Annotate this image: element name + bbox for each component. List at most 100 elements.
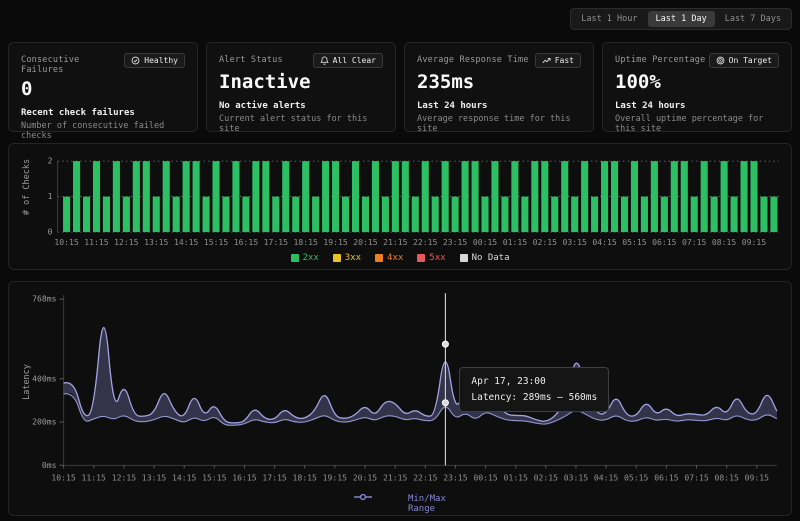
legend-label: Min/Max Range [408, 494, 446, 514]
card-value: 100% [615, 71, 779, 93]
svg-text:19:15: 19:15 [323, 237, 347, 247]
svg-text:20:15: 20:15 [353, 473, 377, 483]
card-subtitle: Recent check failures [21, 108, 185, 118]
svg-text:200ms: 200ms [32, 417, 56, 427]
svg-text:07:15: 07:15 [682, 237, 706, 247]
stat-cards: Consecutive Failures Healthy 0 Recent ch… [8, 42, 792, 132]
status-badge-healthy: Healthy [124, 53, 185, 68]
svg-text:07:15: 07:15 [684, 473, 708, 483]
svg-text:06:15: 06:15 [654, 473, 678, 483]
time-range-last-1-hour[interactable]: Last 1 Hour [573, 11, 645, 27]
time-range-last-1-day[interactable]: Last 1 Day [648, 11, 715, 27]
legend-item-minmax-range: Min/Max Range [354, 493, 446, 515]
svg-text:14:15: 14:15 [172, 473, 196, 483]
card-subtitle: Last 24 hours [615, 101, 779, 111]
svg-text:19:15: 19:15 [323, 473, 347, 483]
svg-text:13:15: 13:15 [144, 237, 168, 247]
trending-up-icon [542, 56, 551, 65]
legend-item-no-data: No Data [460, 253, 510, 263]
svg-text:06:15: 06:15 [652, 237, 676, 247]
badge-label: All Clear [333, 56, 376, 65]
minmax-line-icon [354, 493, 404, 515]
badge-label: Fast [555, 56, 574, 65]
legend-label: 4xx [387, 253, 403, 263]
svg-text:17:15: 17:15 [262, 473, 286, 483]
card-description: Number of consecutive failed checks [21, 121, 185, 141]
svg-text:23:15: 23:15 [443, 237, 467, 247]
svg-text:04:15: 04:15 [594, 473, 618, 483]
card-title: Average Response Time [417, 53, 529, 65]
time-range-row: Last 1 Hour Last 1 Day Last 7 Days [8, 8, 792, 30]
time-range-group: Last 1 Hour Last 1 Day Last 7 Days [570, 8, 792, 30]
latency-area-chart[interactable]: 0ms200ms400ms768ms10:1511:1512:1513:1514… [17, 287, 783, 496]
legend-item-4xx: 4xx [375, 253, 403, 263]
legend-label: No Data [472, 253, 510, 263]
legend-label: 3xx [345, 253, 361, 263]
svg-text:00:15: 00:15 [473, 473, 497, 483]
status-badge-all-clear: All Clear [313, 53, 383, 68]
latency-chart-body: 0ms200ms400ms768ms10:1511:1512:1513:1514… [17, 287, 783, 496]
card-value: 0 [21, 78, 185, 100]
svg-text:11:15: 11:15 [82, 473, 106, 483]
svg-text:16:15: 16:15 [232, 473, 256, 483]
svg-text:12:15: 12:15 [112, 473, 136, 483]
legend-swatch-no-data [460, 254, 468, 262]
svg-text:18:15: 18:15 [294, 237, 318, 247]
svg-text:03:15: 03:15 [562, 237, 586, 247]
status-badge-on-target: On Target [709, 53, 779, 68]
svg-text:10:15: 10:15 [54, 237, 78, 247]
latency-legend: Min/Max Range [17, 497, 783, 511]
svg-text:20:15: 20:15 [353, 237, 377, 247]
card-title: Alert Status [219, 53, 283, 65]
card-uptime-percentage: Uptime Percentage On Target 100% Last 24… [602, 42, 792, 132]
svg-text:0: 0 [48, 227, 53, 237]
svg-text:17:15: 17:15 [264, 237, 288, 247]
svg-text:15:15: 15:15 [202, 473, 226, 483]
card-subtitle: No active alerts [219, 101, 383, 111]
legend-label: 5xx [429, 253, 445, 263]
svg-text:21:15: 21:15 [383, 473, 407, 483]
legend-label: 2xx [303, 253, 319, 263]
card-alert-status: Alert Status All Clear Inactive No activ… [206, 42, 396, 132]
status-badge-fast: Fast [535, 53, 581, 68]
svg-text:14:15: 14:15 [174, 237, 198, 247]
svg-text:16:15: 16:15 [234, 237, 258, 247]
checks-panel: # of Checks 01210:1511:1512:1513:1514:15… [8, 143, 792, 270]
card-consecutive-failures: Consecutive Failures Healthy 0 Recent ch… [8, 42, 198, 132]
svg-text:18:15: 18:15 [293, 473, 317, 483]
target-icon [716, 56, 725, 65]
badge-check-icon [131, 56, 140, 65]
svg-text:02:15: 02:15 [533, 237, 557, 247]
badge-label: Healthy [144, 56, 178, 65]
svg-text:15:15: 15:15 [204, 237, 228, 247]
svg-text:05:15: 05:15 [624, 473, 648, 483]
card-subtitle: Last 24 hours [417, 101, 581, 111]
checks-bar-chart[interactable]: 0 1 2 10:15 11:15 12:15 13:15 14:15 15:15 16:15 17… [17, 149, 783, 250]
legend-item-3xx: 3xx [333, 253, 361, 263]
svg-text:08:15: 08:15 [712, 237, 736, 247]
card-value: 235ms [417, 71, 581, 93]
legend-item-5xx: 5xx [417, 253, 445, 263]
svg-text:01:15: 01:15 [504, 473, 528, 483]
svg-text:09:15: 09:15 [745, 473, 769, 483]
legend-swatch-4xx [375, 254, 383, 262]
card-description: Average response time for this site [417, 114, 581, 134]
svg-text:0ms: 0ms [42, 460, 57, 470]
svg-text:11:15: 11:15 [84, 237, 108, 247]
svg-text:04:15: 04:15 [592, 237, 616, 247]
card-description: Overall uptime percentage for this site [615, 114, 779, 134]
svg-text:2: 2 [48, 156, 53, 166]
svg-text:1: 1 [48, 191, 53, 201]
card-description: Current alert status for this site [219, 114, 383, 134]
svg-text:10:15: 10:15 [51, 473, 75, 483]
svg-text:768ms: 768ms [32, 294, 56, 304]
legend-swatch-3xx [333, 254, 341, 262]
svg-text:03:15: 03:15 [564, 473, 588, 483]
svg-text:12:15: 12:15 [114, 237, 138, 247]
time-range-last-7-days[interactable]: Last 7 Days [717, 11, 789, 27]
svg-text:400ms: 400ms [32, 374, 56, 384]
badge-label: On Target [729, 56, 772, 65]
card-average-response-time: Average Response Time Fast 235ms Last 24… [404, 42, 594, 132]
svg-text:08:15: 08:15 [714, 473, 738, 483]
svg-text:21:15: 21:15 [383, 237, 407, 247]
